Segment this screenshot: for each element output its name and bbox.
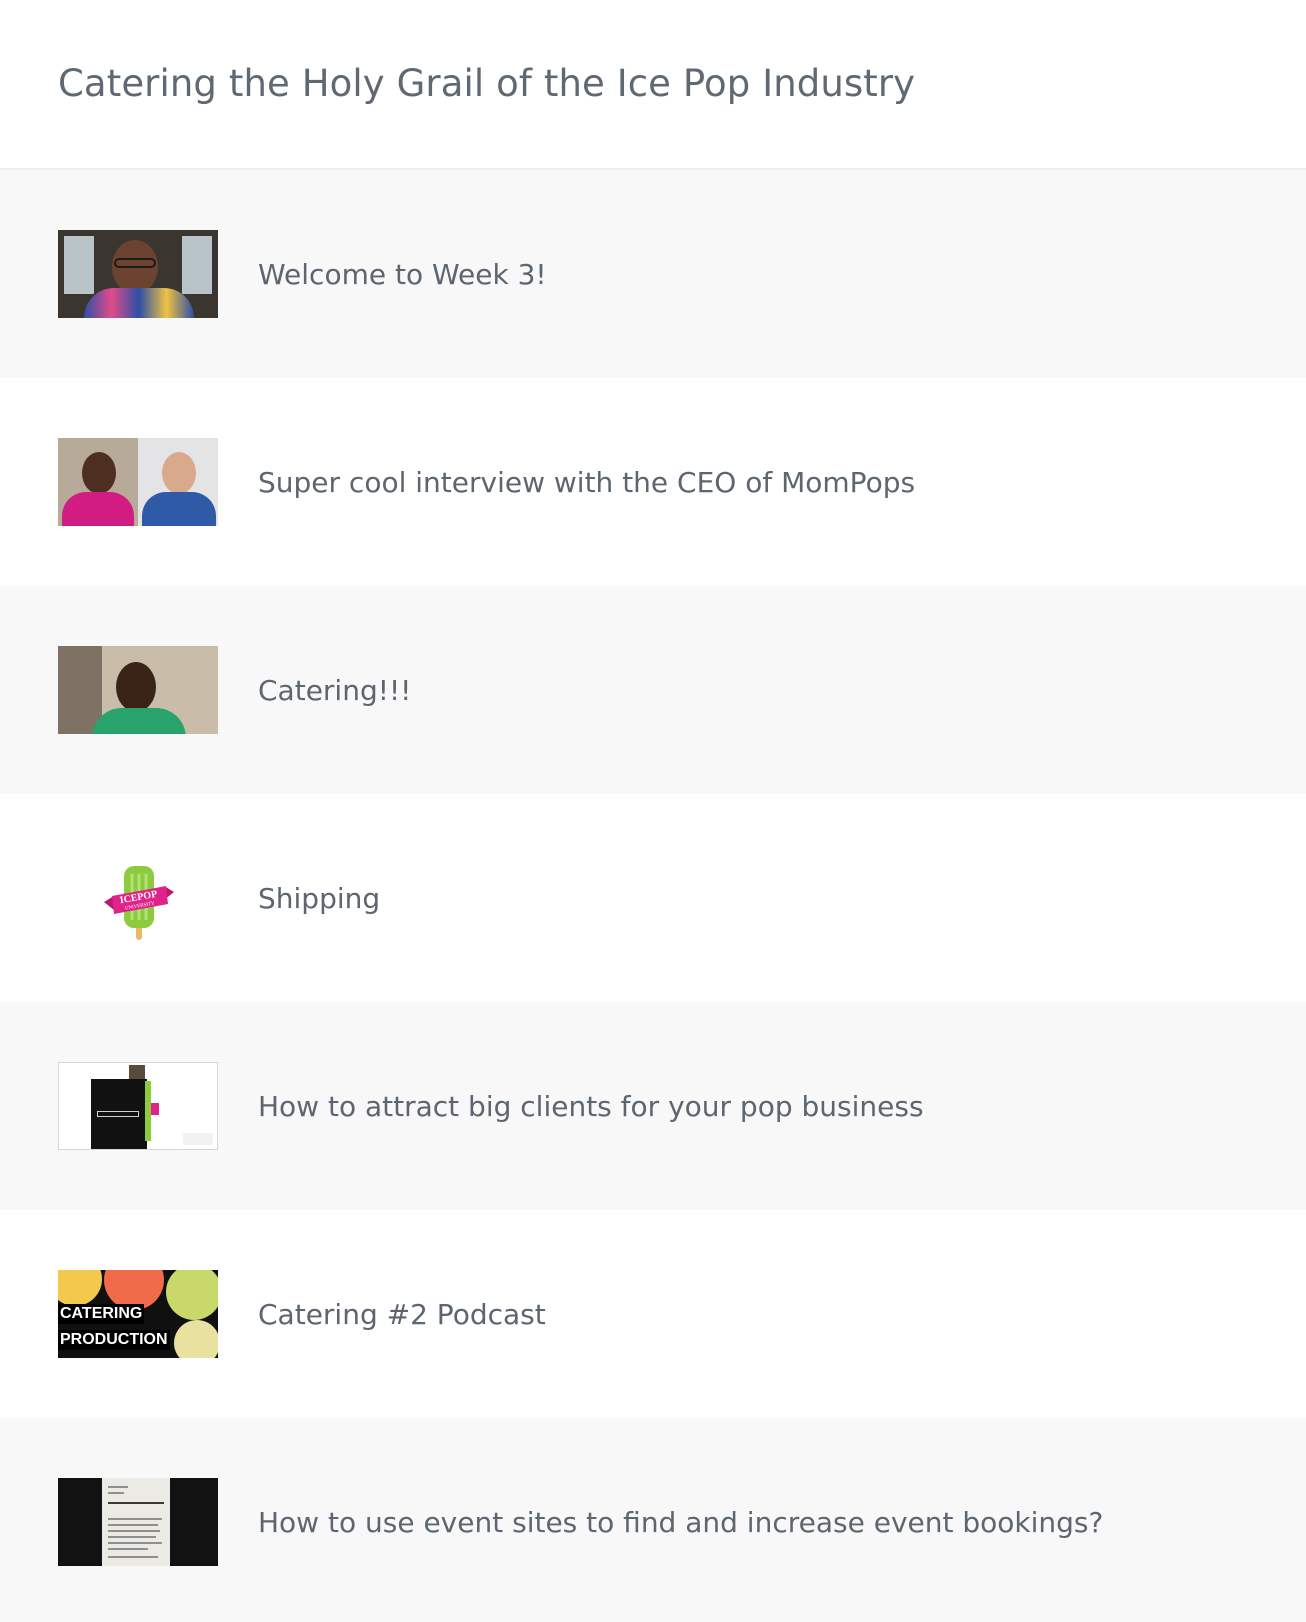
podcast-thumbnail[interactable]: CATERING PRODUCTION — [58, 1270, 218, 1358]
video-thumbnail[interactable] — [58, 230, 218, 318]
person-shirt — [84, 288, 194, 318]
lesson-row[interactable]: Super cool interview with the CEO of Mom… — [0, 378, 1306, 586]
video-thumbnail[interactable] — [58, 646, 218, 734]
lesson-row[interactable]: How to attract big clients for your pop … — [0, 1002, 1306, 1210]
lemon-slice — [58, 1270, 102, 1306]
lesson-title[interactable]: Catering #2 Podcast — [258, 1298, 546, 1331]
text-line — [108, 1518, 162, 1520]
video-thumbnail[interactable] — [58, 438, 218, 526]
lesson-title[interactable]: Catering!!! — [258, 674, 411, 707]
section-header: Catering the Holy Grail of the Ice Pop I… — [0, 0, 1306, 170]
ribbon-accent — [151, 1103, 159, 1115]
lesson-title[interactable]: How to attract big clients for your pop … — [258, 1090, 924, 1123]
icepop-logo-icon: ICEPOP UNIVERSITY — [104, 866, 174, 940]
window-shape — [182, 236, 212, 294]
text-line — [108, 1556, 158, 1558]
cover-text-production: PRODUCTION — [58, 1330, 170, 1350]
lesson-title[interactable]: Welcome to Week 3! — [258, 258, 547, 291]
video-thumbnail[interactable] — [58, 1062, 218, 1150]
lemon-slice — [174, 1320, 218, 1358]
lesson-row[interactable]: How to use event sites to find and incre… — [0, 1418, 1306, 1622]
lesson-row[interactable]: ICEPOP UNIVERSITY Shipping — [0, 794, 1306, 1002]
wall-poster — [58, 646, 102, 734]
mini-logo — [183, 1133, 213, 1145]
cover-text-catering: CATERING — [58, 1304, 145, 1324]
text-line — [108, 1524, 158, 1526]
window-shape — [64, 236, 94, 294]
person-shirt — [62, 492, 134, 526]
text-line — [108, 1492, 124, 1494]
person-face — [116, 662, 156, 712]
lesson-title[interactable]: Shipping — [258, 882, 380, 915]
lime-slice — [166, 1270, 218, 1320]
section-title: Catering the Holy Grail of the Ice Pop I… — [58, 62, 916, 105]
person-face — [82, 452, 116, 494]
video-thumbnail[interactable] — [58, 1478, 218, 1566]
text-line — [108, 1502, 164, 1504]
logo-thumbnail[interactable]: ICEPOP UNIVERSITY — [58, 854, 218, 942]
lesson-title[interactable]: How to use event sites to find and incre… — [258, 1506, 1103, 1539]
presenter-inset — [129, 1065, 145, 1079]
slide-title-bar — [97, 1111, 139, 1117]
text-line — [108, 1536, 156, 1538]
glasses-shape — [114, 258, 156, 268]
text-line — [108, 1548, 148, 1550]
text-line — [108, 1486, 128, 1488]
lesson-list-page: Catering the Holy Grail of the Ice Pop I… — [0, 0, 1306, 1622]
person-face — [162, 452, 196, 494]
person-shirt — [92, 708, 186, 734]
lesson-row[interactable]: Catering!!! — [0, 586, 1306, 794]
person-shirt — [142, 492, 216, 526]
lesson-title[interactable]: Super cool interview with the CEO of Mom… — [258, 466, 915, 499]
text-line — [108, 1530, 160, 1532]
lesson-row[interactable]: Welcome to Week 3! — [0, 170, 1306, 378]
lesson-row[interactable]: CATERING PRODUCTION Catering #2 Podcast — [0, 1210, 1306, 1418]
text-line — [108, 1542, 162, 1544]
